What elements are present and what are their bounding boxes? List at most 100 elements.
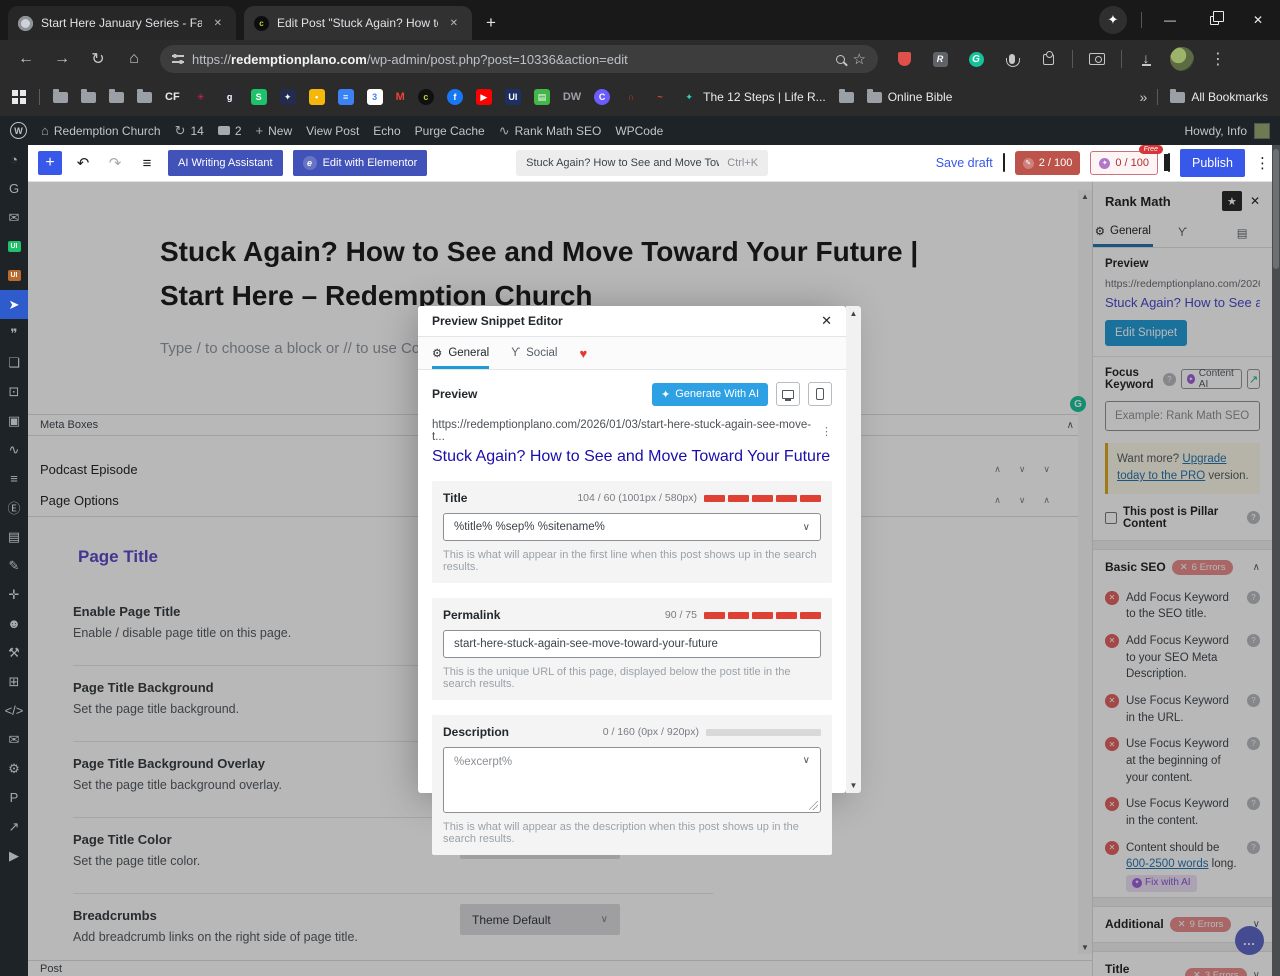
sidebar-smtp-icon[interactable]: ✉	[0, 725, 28, 754]
screen-search-icon[interactable]	[1081, 43, 1113, 75]
tab-2-close-icon[interactable]: ✕	[446, 16, 462, 31]
bookmarks-overflow-chevron[interactable]: »	[1140, 89, 1146, 105]
sidebar-mail-icon[interactable]: ✉	[0, 203, 28, 232]
settings-panel-toggle-icon[interactable]	[1168, 154, 1170, 172]
edit-with-elementor-button[interactable]: eEdit with Elementor	[293, 150, 428, 176]
sidebar-video-icon[interactable]: ▶	[0, 841, 28, 870]
generate-with-ai-button[interactable]: ✦Generate With AI	[652, 383, 768, 406]
bookmark-red-app[interactable]: ~	[652, 89, 668, 105]
sidebar-tools-icon[interactable]: ⚒	[0, 638, 28, 667]
bookmark-gloo[interactable]: g	[222, 89, 238, 105]
resize-handle[interactable]	[809, 801, 818, 810]
sidebar-elementor-icon[interactable]: ⊞	[0, 667, 28, 696]
extensions-puzzle-icon[interactable]	[1032, 43, 1064, 75]
home-icon[interactable]: ⌂	[118, 43, 150, 75]
browser-menu-kebab-icon[interactable]: ⋮	[1202, 43, 1234, 75]
description-textarea[interactable]: %excerpt% ∨	[443, 747, 821, 813]
adminbar-view-post[interactable]: View Post	[306, 124, 359, 138]
downloads-icon[interactable]: ↓	[1130, 43, 1162, 75]
desktop-preview-button[interactable]	[776, 382, 800, 406]
bookmark-facebook[interactable]: f	[447, 89, 463, 105]
adminbar-echo[interactable]: Echo	[373, 124, 400, 138]
bookmark-green-list[interactable]: ▤	[534, 89, 550, 105]
seo-score-badge[interactable]: ✦0 / 100 Free	[1090, 151, 1158, 175]
bookmark-folder-5[interactable]	[839, 92, 854, 103]
bookmark-calendar[interactable]: 3	[367, 89, 383, 105]
bookmark-folder-4[interactable]	[137, 92, 152, 103]
page-scrollbar[interactable]	[1272, 145, 1280, 976]
adminbar-updates[interactable]: ↻14	[175, 123, 204, 139]
adblock-extension-icon[interactable]	[888, 43, 920, 75]
sidebar-analytics-icon[interactable]: ∿	[0, 435, 28, 464]
new-tab-button[interactable]: +	[478, 10, 504, 36]
close-window-button[interactable]: ✕	[1236, 0, 1280, 40]
forward-icon[interactable]: →	[46, 43, 78, 75]
bookmark-folder-1[interactable]	[53, 92, 68, 103]
sidebar-seo-icon[interactable]: ↗	[0, 812, 28, 841]
adminbar-rank-math[interactable]: ∿Rank Math SEO	[499, 123, 602, 139]
bookmark-tc[interactable]: c	[418, 89, 434, 105]
adminbar-wpcode[interactable]: WPCode	[615, 124, 663, 138]
sidebar-plugins-icon[interactable]: ✛	[0, 580, 28, 609]
chevron-down-icon[interactable]: ∨	[803, 755, 810, 766]
scrollbar-thumb[interactable]	[1273, 149, 1279, 269]
sidebar-media-icon[interactable]: ▣	[0, 406, 28, 435]
bookmark-youtube[interactable]: ▶	[476, 89, 492, 105]
command-palette[interactable]: Stuck Again? How to See and Move Tow... …	[516, 150, 768, 176]
editor-options-kebab-icon[interactable]: ⋮	[1255, 154, 1270, 172]
sidebar-pages-icon[interactable]: ❏	[0, 348, 28, 377]
sidebar-sitekit-icon[interactable]: G	[0, 174, 28, 203]
grammarly-extension-icon[interactable]: G	[960, 43, 992, 75]
preview-monitor-icon[interactable]	[1003, 154, 1005, 172]
browser-tab-1[interactable]: Start Here January Series - Face ✕	[8, 6, 236, 40]
bookmark-star-icon[interactable]: ☆	[853, 50, 866, 68]
back-icon[interactable]: ←	[10, 43, 42, 75]
adminbar-purge-cache[interactable]: Purge Cache	[415, 124, 485, 138]
sidebar-posts-pin-icon[interactable]: ➤	[0, 290, 28, 319]
sidebar-list-icon[interactable]: ≡	[0, 464, 28, 493]
bookmark-c-app[interactable]: C	[594, 89, 610, 105]
bookmark-ui[interactable]: UI	[505, 89, 521, 105]
list-view-icon[interactable]: ≡	[136, 155, 158, 172]
address-bar[interactable]: https://redemptionplano.com/wp-admin/pos…	[160, 45, 878, 73]
r-extension-icon[interactable]: R	[924, 43, 956, 75]
sidebar-settings-icon[interactable]: ⚙	[0, 754, 28, 783]
zoom-icon[interactable]	[836, 55, 845, 64]
reload-icon[interactable]: ↻	[82, 43, 114, 75]
save-draft-button[interactable]: Save draft	[936, 156, 993, 170]
sidebar-p-icon[interactable]: P	[0, 783, 28, 812]
sidebar-dashboard-icon[interactable]: ◔	[0, 145, 28, 174]
sidebar-quotes-icon[interactable]: ❞	[0, 319, 28, 348]
tab-1-close-icon[interactable]: ✕	[210, 16, 226, 31]
bookmark-docs[interactable]: ≡	[338, 89, 354, 105]
minimize-button[interactable]: —	[1148, 0, 1192, 40]
bookmark-yellow-app[interactable]: •	[309, 89, 325, 105]
sidebar-users-icon[interactable]: ☻	[0, 609, 28, 638]
modal-tab-general[interactable]: ⚙General	[432, 337, 489, 369]
bookmark-dw[interactable]: DW	[563, 91, 581, 103]
block-inserter-button[interactable]: +	[38, 151, 62, 175]
serp-preview-title[interactable]: Stuck Again? How to See and Move Toward …	[432, 448, 832, 466]
bookmark-12-steps[interactable]: ✦The 12 Steps | Life R...	[681, 89, 826, 105]
all-bookmarks-button[interactable]: All Bookmarks	[1170, 90, 1268, 104]
permalink-input[interactable]: start-here-stuck-again-see-move-toward-y…	[443, 630, 821, 658]
publish-button[interactable]: Publish	[1180, 149, 1245, 177]
bookmark-gmail[interactable]: M	[396, 91, 405, 103]
bookmark-green-s[interactable]: S	[251, 89, 267, 105]
bookmark-slack[interactable]: ✳	[193, 89, 209, 105]
apps-grid-icon[interactable]	[12, 90, 26, 104]
sidebar-code-icon[interactable]: </>	[0, 696, 28, 725]
bookmark-folder-3[interactable]	[109, 92, 124, 103]
bookmark-online-bible[interactable]: Online Bible	[867, 90, 953, 104]
sidebar-comments-icon[interactable]: ⊡	[0, 377, 28, 406]
adminbar-site-name[interactable]: ⌂Redemption Church	[41, 123, 161, 138]
chevron-down-icon[interactable]: ∨	[803, 522, 810, 533]
title-input[interactable]: %title% %sep% %sitename%∨	[443, 513, 821, 541]
sidebar-files-icon[interactable]: ▤	[0, 522, 28, 551]
redo-icon[interactable]: ↷	[104, 154, 126, 172]
modal-tab-social[interactable]: ϒSocial	[511, 337, 557, 369]
mic-icon[interactable]	[996, 43, 1028, 75]
restore-button[interactable]	[1192, 0, 1236, 40]
wordpress-logo-icon[interactable]: W	[10, 122, 27, 139]
modal-close-icon[interactable]: ✕	[821, 313, 832, 329]
